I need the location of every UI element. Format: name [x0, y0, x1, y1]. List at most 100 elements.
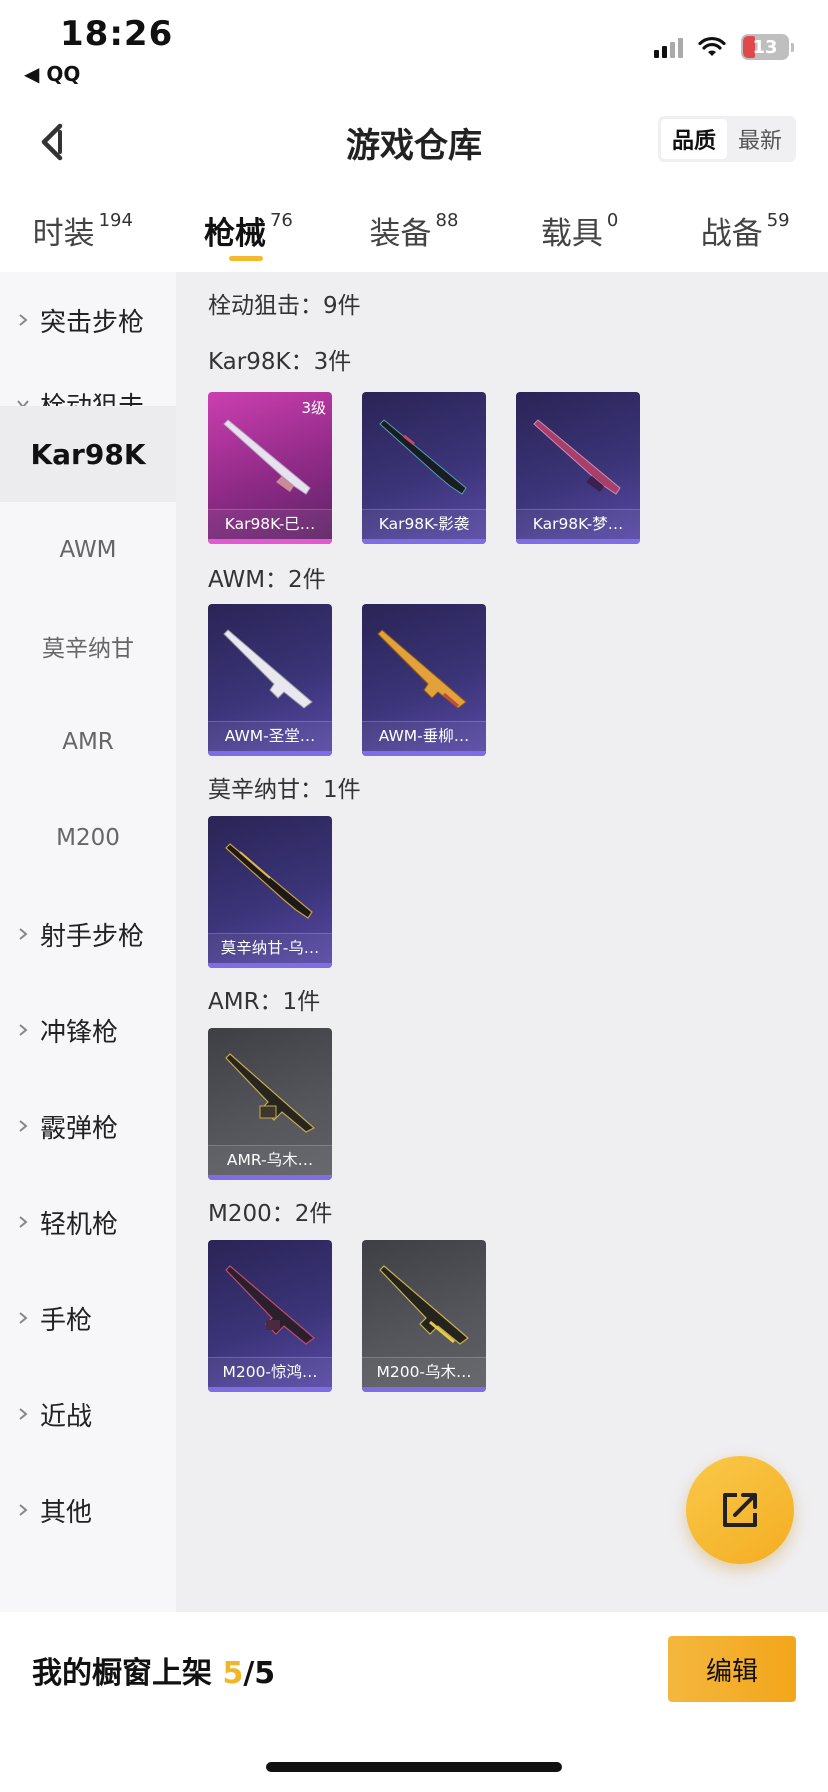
sidebar-item-smg[interactable]: 冲锋枪 — [0, 982, 176, 1078]
edit-button[interactable]: 编辑 — [668, 1636, 796, 1702]
chevron-right-icon — [16, 313, 30, 327]
sidebar-item-label: 近战 — [40, 1401, 93, 1432]
active-tab-underline — [229, 256, 264, 261]
sidebar-item-label: 轻机枪 — [40, 1209, 119, 1240]
tab-supplies[interactable]: 战备 59 — [662, 188, 828, 270]
tab-count: 76 — [269, 210, 293, 231]
tab-firearms[interactable]: 枪械 76 — [166, 188, 332, 270]
sidebar-item-label: 射手步枪 — [40, 921, 145, 952]
back-to-app-link[interactable]: ◀ QQ — [24, 62, 80, 86]
sidebar-item-marksman-rifle[interactable]: 射手步枪 — [0, 886, 176, 982]
weapon-card[interactable]: AWM-圣堂… — [208, 604, 332, 756]
wifi-icon — [697, 36, 727, 58]
sidebar-item-label: AWM — [59, 537, 117, 563]
rarity-bar — [362, 1387, 486, 1392]
share-fab-button[interactable] — [686, 1456, 794, 1564]
sidebar-item-amr[interactable]: AMR — [0, 694, 176, 790]
weapon-list: 栓动狙击：9件 Kar98K：3件 3级 Kar98K-巳… Kar98K-影袭… — [176, 272, 828, 1612]
rifle-icon — [225, 1265, 315, 1345]
battery-level: 13 — [752, 36, 778, 58]
status-time: 18:26 — [60, 14, 174, 54]
home-indicator[interactable] — [266, 1762, 562, 1772]
chevron-right-icon — [16, 1215, 30, 1229]
weapon-card[interactable]: 3级 Kar98K-巳… — [208, 392, 332, 544]
header: 游戏仓库 品质 最新 — [0, 100, 828, 184]
weapon-card[interactable]: AWM-垂柳… — [362, 604, 486, 756]
sidebar-item-pistol[interactable]: 手枪 — [0, 1270, 176, 1366]
sidebar-item-label: 突击步枪 — [40, 307, 145, 338]
rifle-icon — [225, 1053, 316, 1133]
weapon-name: Kar98K-巳… — [208, 509, 332, 539]
chevron-right-icon — [16, 1023, 30, 1037]
cellular-signal-icon — [654, 36, 683, 58]
status-icons: 13 — [654, 34, 794, 60]
weapon-name: Kar98K-梦… — [516, 509, 640, 539]
weapon-name: AWM-圣堂… — [208, 721, 332, 751]
sidebar-item-awm[interactable]: AWM — [0, 502, 176, 598]
weapon-name: M200-惊鸿… — [208, 1357, 332, 1387]
tab-vehicles[interactable]: 载具 0 — [497, 188, 663, 270]
weapon-card[interactable]: Kar98K-梦… — [516, 392, 640, 544]
sort-quality-option[interactable]: 品质 — [661, 119, 727, 159]
sidebar-item-shotgun[interactable]: 霰弹枪 — [0, 1078, 176, 1174]
tab-label: 载具 — [540, 216, 603, 252]
rifle-icon — [379, 419, 467, 495]
showcase-status: 我的橱窗上架 5/5 — [32, 1648, 275, 1692]
weapon-name: AWM-垂柳… — [362, 721, 486, 751]
level-badge: 3级 — [301, 399, 326, 417]
rifle-icon — [533, 419, 621, 495]
sidebar-item-mosin-nagant[interactable]: 莫辛纳甘 — [0, 598, 176, 694]
rifle-icon — [379, 1265, 469, 1345]
tab-equipment[interactable]: 装备 88 — [331, 188, 497, 270]
share-external-icon — [723, 1493, 757, 1527]
sort-newest-option[interactable]: 最新 — [727, 119, 793, 159]
chevron-right-icon — [16, 1407, 30, 1421]
chevron-right-icon — [16, 1503, 30, 1517]
tab-label: 战备 — [700, 216, 763, 252]
group-title-amr: AMR：1件 — [208, 989, 321, 1015]
sort-toggle: 品质 最新 — [658, 116, 796, 162]
sidebar-item-melee[interactable]: 近战 — [0, 1366, 176, 1462]
rarity-bar — [208, 1387, 332, 1392]
category-tabs: 时装 194 枪械 76 装备 88 载具 0 战备 59 — [0, 188, 828, 270]
rifle-icon — [223, 419, 311, 495]
group-title-kar98k: Kar98K：3件 — [208, 349, 352, 375]
showcase-current: 5 — [222, 1656, 244, 1691]
status-bar: 18:26 ◀ QQ 13 — [0, 0, 828, 100]
rarity-bar — [362, 751, 486, 756]
tab-outfits[interactable]: 时装 194 — [0, 188, 166, 270]
sidebar-item-label: 冲锋枪 — [40, 1017, 119, 1048]
showcase-total: /5 — [243, 1656, 276, 1691]
chevron-right-icon — [16, 1119, 30, 1133]
chevron-right-icon — [16, 927, 30, 941]
sidebar-item-label: 莫辛纳甘 — [42, 636, 134, 662]
sidebar-item-lmg[interactable]: 轻机枪 — [0, 1174, 176, 1270]
weapon-name: Kar98K-影袭 — [362, 509, 486, 539]
tab-label: 枪械 — [203, 216, 266, 252]
rarity-bar — [208, 1175, 332, 1180]
weapon-card[interactable]: M200-惊鸿… — [208, 1240, 332, 1392]
weapon-name: M200-乌木… — [362, 1357, 486, 1387]
sidebar-item-label: Kar98K — [30, 437, 146, 471]
rarity-bar — [208, 963, 332, 968]
sidebar-item-label: M200 — [56, 825, 120, 851]
sidebar-item-other[interactable]: 其他 — [0, 1462, 176, 1558]
rarity-bar — [516, 539, 640, 544]
rarity-bar — [208, 539, 332, 544]
sidebar-item-assault-rifle[interactable]: 突击步枪 — [0, 272, 176, 368]
section-title: 栓动狙击：9件 — [208, 293, 361, 319]
battery-icon: 13 — [741, 34, 789, 60]
weapon-card[interactable]: M200-乌木… — [362, 1240, 486, 1392]
weapon-card[interactable]: AMR-乌木… — [208, 1028, 332, 1180]
sidebar-item-label: AMR — [62, 729, 114, 755]
weapon-card[interactable]: 莫辛纳甘-乌… — [208, 816, 332, 968]
tab-count: 0 — [606, 210, 619, 231]
tab-count: 194 — [98, 210, 133, 231]
sidebar-item-kar98k[interactable]: Kar98K — [0, 406, 176, 502]
weapon-name: 莫辛纳甘-乌… — [208, 933, 332, 963]
weapon-card[interactable]: Kar98K-影袭 — [362, 392, 486, 544]
sidebar-item-label: 其他 — [40, 1497, 93, 1528]
tab-count: 59 — [766, 210, 790, 231]
sidebar-item-m200[interactable]: M200 — [0, 790, 176, 886]
group-title-mosin-nagant: 莫辛纳甘：1件 — [208, 777, 361, 803]
